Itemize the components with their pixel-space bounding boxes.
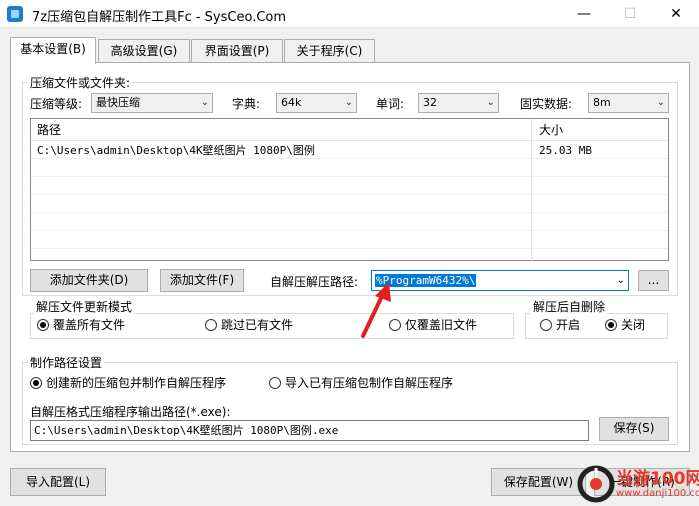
radio-button: [605, 319, 617, 331]
radio-button: [30, 377, 42, 389]
word-value: 32: [423, 96, 437, 109]
chevron-down-icon: ⌄: [616, 275, 625, 286]
radio-button: [269, 377, 281, 389]
add-file-button[interactable]: 添加文件(F): [160, 269, 244, 292]
solid-select[interactable]: 8m ⌄: [588, 93, 669, 113]
add-folder-button[interactable]: 添加文件夹(D): [30, 269, 148, 292]
radio-button: [540, 319, 552, 331]
empty-row: [31, 232, 668, 249]
make-path-label: 制作路径设置: [28, 354, 105, 371]
compress-group-label: 压缩文件或文件夹:: [28, 74, 133, 91]
extract-path-input[interactable]: %ProgramW6432%\ ⌄: [371, 270, 629, 291]
window-title: 7z压缩包自解压制作工具Fc - SysCeo.Com: [32, 10, 287, 25]
row-path: C:\Users\admin\Desktop\4K壁纸图片 1080P\图例: [37, 144, 315, 157]
output-path-input[interactable]: C:\Users\admin\Desktop\4K壁纸图片 1080P\图例.e…: [30, 420, 589, 441]
auto-delete-label: 解压后自删除: [531, 298, 608, 315]
radio-label: 开启: [556, 318, 581, 332]
chevron-down-icon: ⌄: [656, 97, 665, 108]
chevron-down-icon: ⌄: [200, 97, 209, 108]
radio-label: 导入已有压缩包制作自解压程序: [285, 376, 454, 390]
save-output-button[interactable]: 保存(S): [599, 417, 669, 441]
watermark: 当游100网 www.danji100.com: [576, 462, 699, 506]
radio-label: 仅覆盖旧文件: [405, 318, 478, 332]
solid-value: 8m: [593, 96, 611, 109]
empty-row: [31, 160, 668, 177]
radio-label: 关闭: [621, 318, 646, 332]
radio-label: 创建新的压缩包并制作自解压程序: [46, 376, 227, 390]
close-button[interactable]: ✕: [653, 0, 699, 28]
row-size: 25.03 MB: [539, 144, 592, 157]
table-row[interactable]: C:\Users\admin\Desktop\4K壁纸图片 1080P\图例 2…: [31, 142, 668, 159]
title-bar: 7z压缩包自解压制作工具Fc - SysCeo.Com — ☐ ✕: [0, 0, 699, 28]
browse-button[interactable]: ...: [638, 270, 669, 291]
app-icon: [7, 6, 23, 22]
tab-ui-settings[interactable]: 界面设置(P): [191, 39, 283, 63]
radio-label: 覆盖所有文件: [53, 318, 126, 332]
tab-advanced-settings[interactable]: 高级设置(G): [98, 39, 190, 63]
chevron-down-icon: ⌄: [486, 97, 495, 108]
file-list[interactable]: 路径 大小 C:\Users\admin\Desktop\4K壁纸图片 1080…: [30, 118, 669, 262]
output-path-label: 自解压格式压缩程序输出路径(*.exe):: [30, 405, 231, 419]
level-label: 压缩等级:: [30, 97, 83, 111]
dict-label: 字典:: [232, 97, 261, 111]
level-value: 最快压缩: [96, 96, 140, 109]
level-select[interactable]: 最快压缩 ⌄: [91, 93, 213, 113]
tab-basic-settings[interactable]: 基本设置(B): [10, 37, 96, 64]
empty-row: [31, 178, 668, 195]
watermark-logo-icon: [577, 465, 615, 503]
maximize-button[interactable]: ☐: [607, 0, 653, 28]
watermark-url: www.danji100.com: [616, 488, 699, 499]
save-config-button[interactable]: 保存配置(W): [491, 468, 586, 496]
radio-button: [37, 319, 49, 331]
extract-path-label: 自解压解压路径:: [270, 275, 359, 289]
import-config-button[interactable]: 导入配置(L): [10, 468, 106, 496]
minimize-button[interactable]: —: [561, 0, 607, 28]
radio-button: [205, 319, 217, 331]
tab-about[interactable]: 关于程序(C): [284, 39, 375, 63]
word-label: 单词:: [376, 97, 405, 111]
chevron-down-icon: ⌄: [344, 97, 353, 108]
word-select[interactable]: 32 ⌄: [418, 93, 499, 113]
annotation-arrow-icon: [361, 282, 391, 338]
empty-row: [31, 214, 668, 231]
radio-label: 跳过已有文件: [221, 318, 294, 332]
update-mode-label: 解压文件更新模式: [34, 298, 135, 315]
dict-value: 64k: [281, 96, 302, 109]
column-path[interactable]: 路径: [31, 119, 61, 141]
solid-label: 固实数据:: [520, 97, 573, 111]
dict-select[interactable]: 64k ⌄: [276, 93, 357, 113]
empty-row: [31, 196, 668, 213]
watermark-text: 当游100网: [616, 469, 699, 489]
file-list-header: 路径 大小: [31, 119, 668, 141]
column-size[interactable]: 大小: [533, 119, 563, 141]
